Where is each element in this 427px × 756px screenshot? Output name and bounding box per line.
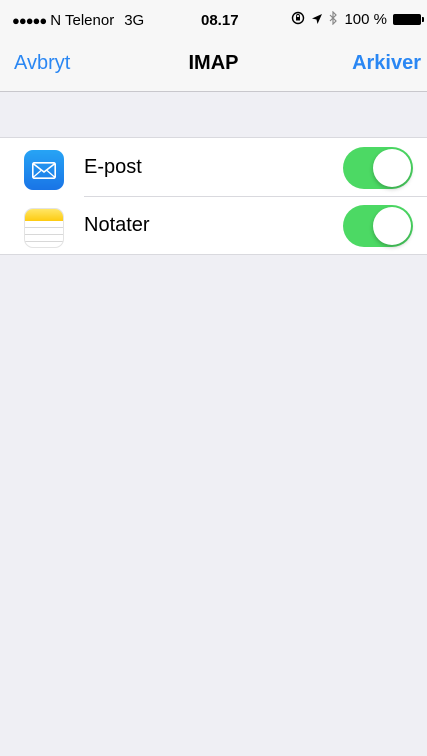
location-arrow-icon: [311, 12, 323, 28]
status-bar: ●●●●● N Telenor 3G 08.17 100 %: [0, 0, 427, 38]
mail-label: E-post: [84, 156, 142, 178]
toggle-knob: [373, 207, 411, 245]
notes-app-icon: [24, 208, 64, 248]
notes-toggle[interactable]: [343, 205, 413, 247]
account-sync-list: E-post Notater: [0, 137, 427, 255]
top-bar: ●●●●● N Telenor 3G 08.17 100 % Avbryt IM…: [0, 0, 427, 92]
toggle-knob: [373, 149, 411, 187]
network-type: 3G: [124, 12, 145, 29]
battery-icon: [393, 14, 424, 25]
battery-percent: 100 %: [344, 11, 387, 28]
carrier-label: N Telenor: [50, 12, 115, 29]
screen: ●●●●● N Telenor 3G 08.17 100 % Avbryt IM…: [0, 0, 427, 756]
status-left: ●●●●● N Telenor 3G: [12, 12, 144, 29]
notes-label: Notater: [84, 214, 150, 236]
list-item-mail: E-post: [0, 138, 427, 196]
signal-strength-icon: ●●●●●: [12, 13, 47, 28]
list-item-notes: Notater: [0, 196, 427, 254]
status-right: 100 %: [291, 10, 424, 28]
status-time: 08.17: [201, 12, 239, 29]
bluetooth-icon: [329, 10, 338, 28]
navigation-bar: Avbryt IMAP Arkiver: [0, 38, 427, 92]
mail-toggle[interactable]: [343, 147, 413, 189]
cancel-button[interactable]: Avbryt: [14, 52, 70, 75]
save-button[interactable]: Arkiver: [352, 52, 421, 75]
mail-app-icon: [24, 150, 64, 190]
rotation-lock-icon: [291, 11, 305, 28]
